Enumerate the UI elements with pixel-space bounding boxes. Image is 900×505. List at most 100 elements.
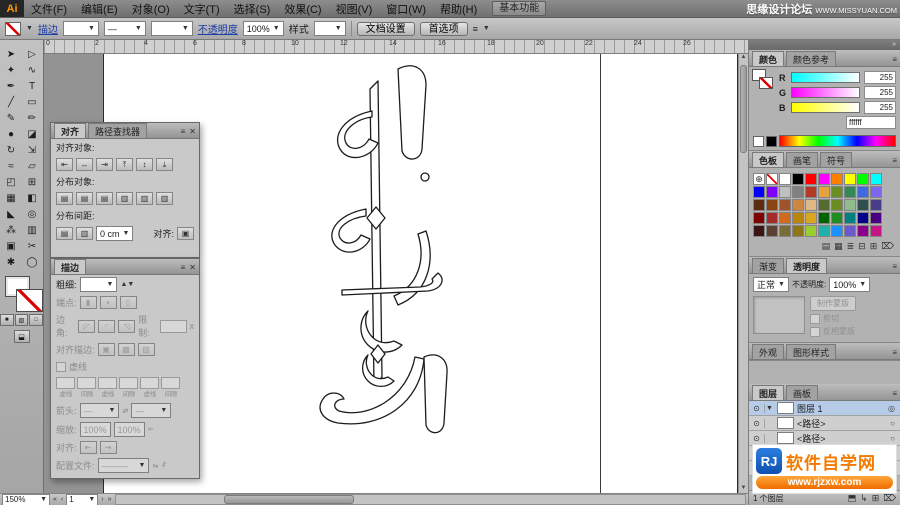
new-layer-icon[interactable]: ⊞ bbox=[872, 493, 880, 504]
target-circle-icon[interactable]: ○ bbox=[890, 419, 895, 428]
hand-tool[interactable]: ✱ bbox=[1, 254, 22, 270]
swatch[interactable] bbox=[844, 212, 856, 224]
layer-thumbnail[interactable] bbox=[777, 402, 794, 414]
brush-definition-select[interactable]: ▼ bbox=[150, 21, 193, 36]
blob-brush-tool[interactable]: ● bbox=[1, 126, 22, 142]
symbol-sprayer-tool[interactable]: ⁂ bbox=[1, 222, 22, 238]
arrow-scale-end[interactable]: 100% bbox=[113, 422, 145, 437]
swatch[interactable] bbox=[779, 212, 791, 224]
chevron-down-icon[interactable]: ▼ bbox=[483, 25, 490, 32]
tab-brushes[interactable]: 画笔 bbox=[786, 152, 819, 167]
miter-limit-field[interactable] bbox=[160, 319, 187, 333]
swatch[interactable] bbox=[857, 173, 869, 185]
first-artboard-icon[interactable]: « bbox=[52, 496, 58, 503]
swatch[interactable] bbox=[857, 212, 869, 224]
align-options-icon[interactable]: ≡ bbox=[473, 24, 478, 34]
align-to-button[interactable]: ▣ bbox=[177, 227, 194, 240]
align-button[interactable]: ⤒ bbox=[116, 158, 133, 171]
align-panel-header[interactable]: 对齐 路径查找器 ≡ ✕ bbox=[51, 123, 199, 139]
layer-row[interactable]: ⊙ ▼ 图层 1 ◎ bbox=[749, 401, 900, 416]
style-select[interactable]: ▼ bbox=[313, 21, 346, 36]
swatch[interactable] bbox=[818, 199, 830, 211]
stroke-link[interactable]: 描边 bbox=[38, 21, 58, 36]
blend-tool[interactable]: ◎ bbox=[22, 206, 43, 222]
align-button[interactable]: ↕ bbox=[136, 158, 153, 171]
channel-slider[interactable] bbox=[791, 102, 860, 113]
stroke-color-swatch[interactable] bbox=[5, 21, 21, 36]
opacity-select[interactable]: 100% ▼ bbox=[829, 277, 871, 292]
tab-graphic-styles[interactable]: 图形样式 bbox=[786, 344, 837, 359]
swatch[interactable] bbox=[792, 225, 804, 237]
arrow-align-tip-button[interactable]: ⇤ bbox=[79, 441, 97, 454]
artboard-navigation-select[interactable]: 1 ▼ bbox=[66, 493, 99, 505]
panel-menu-icon[interactable]: ≡ bbox=[892, 55, 897, 64]
horizontal-scrollbar[interactable] bbox=[114, 494, 746, 505]
delete-layer-icon[interactable]: ⌦ bbox=[883, 493, 896, 504]
stroke-weight-select[interactable]: ▼ bbox=[62, 21, 99, 36]
align-button[interactable]: ⇥ bbox=[96, 158, 113, 171]
round-cap-button[interactable]: ◖ bbox=[99, 296, 117, 309]
panel-menu-icon[interactable]: ≡ bbox=[892, 156, 897, 165]
dash-field[interactable]: 虚线 bbox=[56, 377, 75, 399]
blend-mode-select[interactable]: 正常 ▼ bbox=[753, 277, 789, 292]
swatch[interactable] bbox=[857, 186, 869, 198]
width-profile-select[interactable]: ——— ▼ bbox=[97, 458, 150, 473]
tab-artboards[interactable]: 画板 bbox=[786, 385, 819, 400]
sublayer-row[interactable]: ⊙ <路径> ○ bbox=[749, 416, 900, 431]
butt-cap-button[interactable]: ▮ bbox=[79, 296, 97, 309]
make-clipping-mask-icon[interactable]: ⬒ bbox=[848, 493, 857, 504]
dashed-line-checkbox[interactable]: 虚线 bbox=[56, 360, 87, 373]
path-name[interactable]: <路径> bbox=[797, 432, 826, 445]
channel-value-field[interactable]: 255 bbox=[864, 101, 896, 114]
swatch[interactable] bbox=[805, 173, 817, 185]
shape-builder-tool[interactable]: ◰ bbox=[1, 174, 22, 190]
menu-item[interactable]: 文件(F) bbox=[24, 1, 74, 17]
tab-transparency[interactable]: 透明度 bbox=[786, 258, 828, 273]
eraser-tool[interactable]: ◪ bbox=[22, 126, 43, 142]
white-swatch[interactable] bbox=[753, 135, 764, 147]
new-swatch-icon[interactable]: ⊞ bbox=[870, 241, 878, 252]
swatch[interactable] bbox=[831, 186, 843, 198]
menu-item[interactable]: 效果(C) bbox=[277, 1, 328, 17]
black-swatch[interactable] bbox=[766, 135, 777, 147]
swatch[interactable] bbox=[753, 199, 765, 211]
dash-input[interactable] bbox=[119, 377, 138, 389]
tab-stroke[interactable]: 描边 bbox=[54, 259, 87, 274]
tab-align[interactable]: 对齐 bbox=[54, 123, 87, 138]
graph-tool[interactable]: ▥ bbox=[22, 222, 43, 238]
swatch[interactable] bbox=[766, 186, 778, 198]
artwork-calligraphy[interactable] bbox=[306, 59, 456, 437]
target-circle-icon[interactable]: ◎ bbox=[888, 404, 895, 413]
chevron-down-icon[interactable]: ▼ bbox=[26, 25, 33, 32]
gradient-tool[interactable]: ◧ bbox=[22, 190, 43, 206]
rotate-tool[interactable]: ↻ bbox=[1, 142, 22, 158]
menu-item[interactable]: 编辑(E) bbox=[74, 1, 125, 17]
panel-menu-icon[interactable]: ≡ bbox=[892, 348, 897, 357]
swatch[interactable] bbox=[844, 199, 856, 211]
swatch[interactable] bbox=[766, 199, 778, 211]
horizontal-scroll-thumb[interactable] bbox=[223, 495, 354, 504]
swatch[interactable] bbox=[831, 173, 843, 185]
spacing-button[interactable]: ▥ bbox=[76, 227, 93, 240]
link-scale-icon[interactable]: ∞ bbox=[148, 426, 153, 433]
swatch[interactable] bbox=[766, 212, 778, 224]
dash-input[interactable] bbox=[140, 377, 159, 389]
align-button[interactable]: ⤓ bbox=[156, 158, 173, 171]
swatch[interactable] bbox=[818, 225, 830, 237]
target-circle-icon[interactable]: ○ bbox=[890, 434, 895, 443]
direct-selection-tool[interactable]: ▷ bbox=[22, 46, 43, 62]
new-color-group-icon[interactable]: ⊟ bbox=[858, 241, 866, 252]
swatch[interactable] bbox=[831, 225, 843, 237]
swatch[interactable] bbox=[779, 186, 791, 198]
flip-across-icon[interactable]: ⥯ bbox=[161, 462, 166, 470]
path-name[interactable]: <路径> bbox=[797, 417, 826, 430]
zoom-tool[interactable]: ◯ bbox=[22, 254, 43, 270]
swatch[interactable] bbox=[831, 199, 843, 211]
dash-input[interactable] bbox=[77, 377, 96, 389]
swatch[interactable] bbox=[844, 186, 856, 198]
flip-along-icon[interactable]: ⇋ bbox=[152, 462, 158, 470]
swatch[interactable] bbox=[818, 212, 830, 224]
invert-mask-checkbox[interactable]: 反相蒙版 bbox=[810, 326, 856, 337]
type-tool[interactable]: T bbox=[22, 78, 43, 94]
stroke-panel-header[interactable]: 描边 ≡ ✕ bbox=[51, 259, 199, 275]
